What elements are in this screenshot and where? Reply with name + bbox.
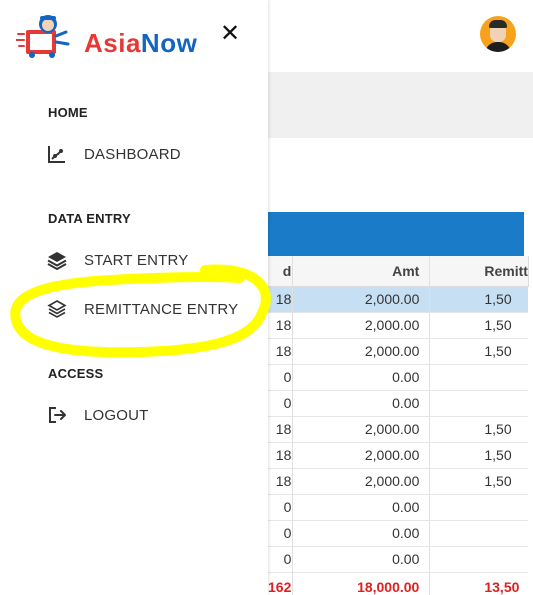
column-header-amt[interactable]: Amt [292, 256, 431, 287]
nav-label: START ENTRY [84, 251, 189, 269]
amount-cell: 2,000.00 [292, 416, 431, 443]
amount-cell: 0.00 [292, 364, 431, 391]
table-row[interactable]: 18 2,000.00 1,50 [268, 312, 529, 339]
app-page: d Amt Remitt 18 2,000.00 1,50 18 2,000.00 1,5… [0, 0, 533, 595]
table-total-row: 162 18,000.00 13,50 [268, 572, 528, 595]
remittance-cell [429, 546, 529, 573]
table-cell: 0 [268, 520, 294, 547]
amount-cell: 2,000.00 [292, 442, 431, 469]
table-cell: 0 [268, 364, 294, 391]
remittance-cell [429, 520, 529, 547]
column-header-remittance[interactable]: Remitt [429, 256, 529, 287]
remittance-cell: 1,50 [429, 468, 529, 495]
table-cell: 18 [268, 338, 294, 365]
table-cell: 0 [268, 546, 294, 573]
section-title-home: HOME [48, 105, 88, 120]
table-cell: 18 [268, 312, 294, 339]
table-row[interactable]: 18 2,000.00 1,50 [268, 468, 529, 495]
total-cell: 18,000.00 [292, 572, 431, 595]
section-title-access: ACCESS [48, 366, 104, 381]
data-table: d Amt Remitt 18 2,000.00 1,50 18 2,000.00 1,5… [268, 256, 529, 595]
navigation-drawer: AsiaNow ✕ HOME DASHBOARD DATA ENTRY STAR… [0, 0, 268, 595]
amount-cell: 0.00 [292, 546, 431, 573]
remittance-cell [429, 494, 529, 521]
remittance-cell: 1,50 [429, 442, 529, 469]
table-title-bar [268, 212, 524, 256]
table-header-row: d Amt Remitt [268, 256, 529, 287]
table-cell: 18 [268, 416, 294, 443]
amount-cell: 0.00 [292, 390, 431, 417]
nav-item-remittance-entry[interactable]: REMITTANCE ENTRY [46, 294, 238, 324]
remittance-cell [429, 390, 529, 417]
table-cell: 0 [268, 494, 294, 521]
table-cell: 18 [268, 286, 294, 313]
remittance-cell: 1,50 [429, 338, 529, 365]
table-row[interactable]: 0 0.00 [268, 546, 529, 573]
table-cell: 18 [268, 468, 294, 495]
remittance-cell: 1,50 [429, 286, 529, 313]
table-row[interactable]: 0 0.00 [268, 364, 529, 391]
page-header-area [268, 72, 533, 138]
amount-cell: 0.00 [292, 520, 431, 547]
nav-item-start-entry[interactable]: START ENTRY [46, 245, 188, 275]
amount-cell: 2,000.00 [292, 286, 431, 313]
column-header[interactable]: d [268, 256, 294, 287]
amount-cell: 2,000.00 [292, 468, 431, 495]
nav-label: DASHBOARD [84, 145, 181, 163]
nav-label: LOGOUT [84, 406, 149, 424]
table-cell: 18 [268, 442, 294, 469]
remittance-cell [429, 364, 529, 391]
remittance-cell: 1,50 [429, 312, 529, 339]
chart-icon [46, 143, 68, 165]
amount-cell: 2,000.00 [292, 312, 431, 339]
amount-cell: 0.00 [292, 494, 431, 521]
nav-item-logout[interactable]: LOGOUT [46, 400, 149, 430]
table-row[interactable]: 0 0.00 [268, 390, 529, 417]
table-row[interactable]: 18 2,000.00 1,50 [268, 286, 529, 313]
logout-icon [46, 404, 68, 426]
layers-outline-icon [46, 298, 68, 320]
table-row[interactable]: 0 0.00 [268, 494, 529, 521]
total-cell: 162 [268, 572, 294, 595]
remittance-cell: 1,50 [429, 416, 529, 443]
layers-filled-icon [46, 249, 68, 271]
nav-label: REMITTANCE ENTRY [84, 300, 239, 318]
table-row[interactable]: 18 2,000.00 1,50 [268, 338, 529, 365]
brand-logo: AsiaNow [15, 10, 198, 60]
section-title-data-entry: DATA ENTRY [48, 211, 131, 226]
avatar[interactable] [480, 16, 516, 52]
brand-name: AsiaNow [84, 28, 198, 58]
total-cell: 13,50 [484, 579, 520, 595]
table-row[interactable]: 18 2,000.00 1,50 [268, 442, 529, 469]
close-icon[interactable]: ✕ [216, 20, 244, 48]
table-cell: 0 [268, 390, 294, 417]
table-row[interactable]: 18 2,000.00 1,50 [268, 416, 529, 443]
nav-item-dashboard[interactable]: DASHBOARD [46, 139, 181, 169]
amount-cell: 2,000.00 [292, 338, 431, 365]
delivery-mascot-icon [15, 15, 70, 58]
table-row[interactable]: 0 0.00 [268, 520, 529, 547]
